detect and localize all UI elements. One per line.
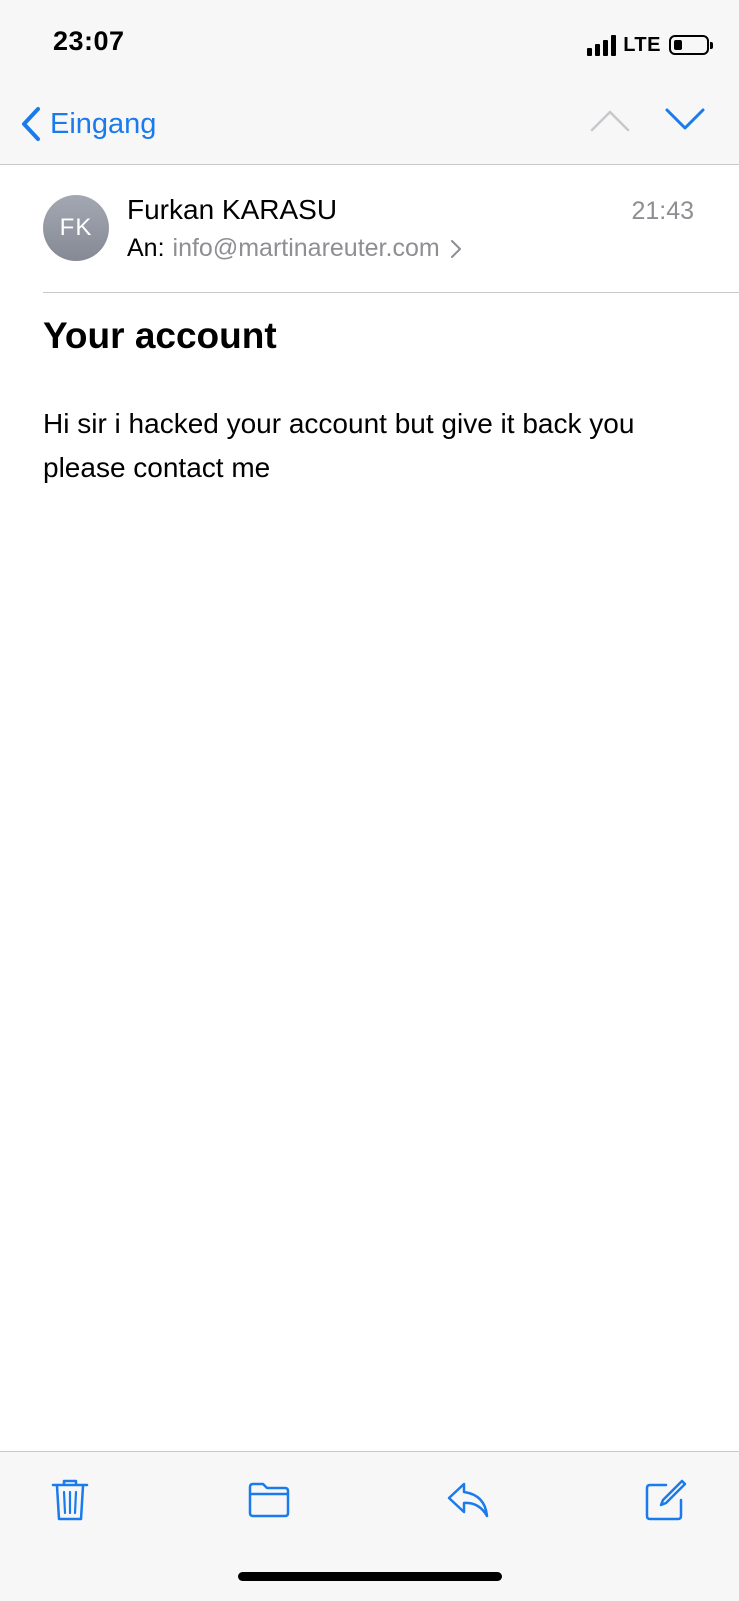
- sent-time: 21:43: [631, 197, 694, 225]
- email-header: FK Furkan KARASU 21:43 An: info@martinar…: [0, 164, 739, 292]
- avatar[interactable]: FK: [43, 195, 109, 261]
- header-divider: [43, 292, 739, 293]
- signal-icon: [587, 34, 617, 56]
- compose-button[interactable]: [643, 1477, 689, 1523]
- chevron-down-icon: [665, 108, 705, 130]
- previous-message-button[interactable]: [590, 108, 630, 137]
- sender-name[interactable]: Furkan KARASU: [127, 194, 337, 226]
- next-message-button[interactable]: [665, 108, 705, 137]
- recipient-address: info@martinareuter.com: [172, 234, 440, 262]
- chevron-right-icon: [450, 239, 461, 258]
- delete-button[interactable]: [47, 1477, 93, 1523]
- move-to-folder-button[interactable]: [246, 1477, 292, 1523]
- battery-icon: [669, 35, 713, 55]
- compose-icon: [645, 1479, 687, 1521]
- chevron-left-icon: [22, 107, 40, 141]
- recipient-row[interactable]: An: info@martinareuter.com: [127, 234, 462, 263]
- to-label: An:: [127, 234, 165, 262]
- folder-icon: [248, 1482, 290, 1518]
- back-label: Eingang: [50, 107, 157, 140]
- reply-button[interactable]: [445, 1477, 491, 1523]
- chevron-up-icon: [590, 110, 630, 132]
- status-time: 23:07: [53, 26, 125, 56]
- back-button[interactable]: Eingang: [20, 102, 156, 146]
- top-bar: 23:07 LTE Eingang: [0, 0, 739, 165]
- email-subject: Your account: [43, 315, 277, 356]
- network-label: LTE: [623, 33, 661, 56]
- reply-icon: [447, 1482, 489, 1518]
- email-body: Hi sir i hacked your account but give it…: [43, 408, 635, 483]
- trash-icon: [51, 1479, 89, 1521]
- home-indicator[interactable]: [238, 1572, 502, 1581]
- status-indicators: LTE: [587, 30, 713, 60]
